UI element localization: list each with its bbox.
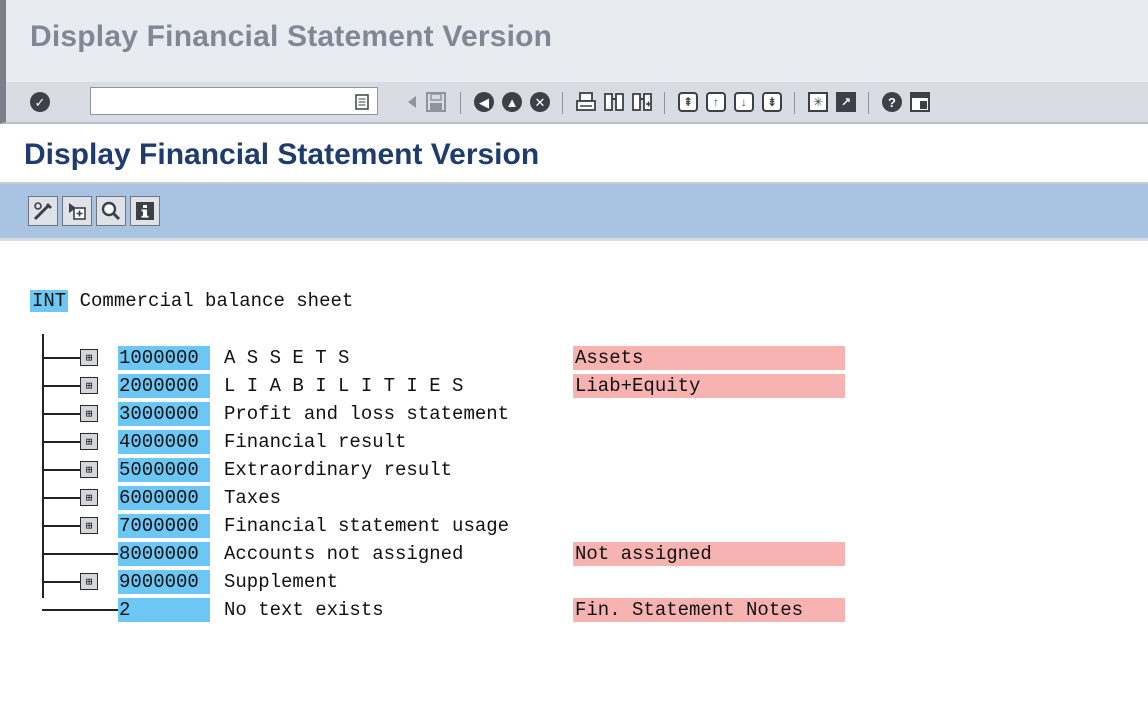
expand-node-icon[interactable]: ⊞ xyxy=(80,573,98,590)
last-page-icon[interactable]: ⇟ xyxy=(758,88,786,116)
print-icon[interactable] xyxy=(572,88,600,116)
help-icon[interactable]: ? xyxy=(878,88,906,116)
tree-node[interactable]: ⊞ 3000000 Profit and loss statement xyxy=(42,400,942,428)
save-icon[interactable] xyxy=(422,88,450,116)
screen-title: Display Financial Statement Version xyxy=(24,138,540,171)
layout-menu-icon[interactable] xyxy=(906,88,934,116)
shortcut-icon[interactable]: ↗ xyxy=(832,88,860,116)
change-display-icon[interactable] xyxy=(28,196,58,226)
node-text: Accounts not assigned xyxy=(224,543,464,565)
expand-node-icon[interactable]: ⊞ xyxy=(80,377,98,394)
find-icon[interactable] xyxy=(600,88,628,116)
tree-node[interactable]: ⊞ 6000000 Taxes xyxy=(42,484,942,512)
node-key: 3000000 xyxy=(118,402,210,426)
cancel-icon[interactable]: ✕ xyxy=(526,88,554,116)
node-text: A S S E T S xyxy=(224,347,350,369)
node-assignment-flag: Liab+Equity xyxy=(573,374,845,398)
node-key: 2000000 xyxy=(118,374,210,398)
standard-toolbar: ✓ ◀ ▲ ✕ ⇞ ↑ ↓ ⇟ ✳ ↗ ? xyxy=(0,82,1148,124)
find-icon[interactable] xyxy=(96,196,126,226)
toolbar-separator xyxy=(794,92,795,114)
root-key: INT xyxy=(30,290,69,312)
node-key: 8000000 xyxy=(118,542,210,566)
toolbar-separator xyxy=(868,92,869,114)
toolbar-separator xyxy=(562,92,563,114)
first-page-icon[interactable]: ⇞ xyxy=(674,88,702,116)
node-key: 5000000 xyxy=(118,458,210,482)
node-key: 6000000 xyxy=(118,486,210,510)
node-key: 2 xyxy=(118,598,210,622)
node-text: Financial result xyxy=(224,431,407,453)
toolbar-separator xyxy=(460,92,461,114)
expand-node-icon[interactable]: ⊞ xyxy=(80,517,98,534)
expand-node-icon[interactable]: ⊞ xyxy=(80,405,98,422)
tree-node[interactable]: ⊞ 2000000 L I A B I L I T I E S Liab+Equ… xyxy=(42,372,942,400)
next-page-icon[interactable]: ↓ xyxy=(730,88,758,116)
command-field[interactable] xyxy=(90,87,378,115)
node-key: 4000000 xyxy=(118,430,210,454)
tree-node[interactable]: ⊞ 5000000 Extraordinary result xyxy=(42,456,942,484)
expand-subtree-icon[interactable] xyxy=(62,196,92,226)
tree-root[interactable]: INT Commercial balance sheet xyxy=(30,290,353,314)
toolbar-separator xyxy=(664,92,665,114)
node-text: Supplement xyxy=(224,571,339,593)
enter-icon[interactable]: ✓ xyxy=(26,88,54,116)
title-bar: Display Financial Statement Version xyxy=(0,0,1148,82)
back-icon[interactable]: ◀ xyxy=(470,88,498,116)
node-key: 7000000 xyxy=(118,514,210,538)
previous-page-icon[interactable]: ↑ xyxy=(702,88,730,116)
application-toolbar xyxy=(0,184,1148,241)
tree-node[interactable]: 8000000 Accounts not assigned Not assign… xyxy=(42,540,942,568)
tree-node[interactable]: ⊞ 9000000 Supplement xyxy=(42,568,942,596)
tree-node[interactable]: ⊞ 4000000 Financial result xyxy=(42,428,942,456)
okcode-history-icon[interactable] xyxy=(348,88,376,116)
node-text: Profit and loss statement xyxy=(224,403,510,425)
node-assignment-flag: Not assigned xyxy=(573,542,845,566)
node-text: L I A B I L I T I E S xyxy=(224,375,464,397)
node-text: Taxes xyxy=(224,487,282,509)
node-key: 9000000 xyxy=(118,570,210,594)
expand-node-icon[interactable]: ⊞ xyxy=(80,433,98,450)
expand-node-icon[interactable]: ⊞ xyxy=(80,349,98,366)
information-icon[interactable] xyxy=(130,196,160,226)
tree-node[interactable]: ⊞ 1000000 A S S E T S Assets xyxy=(42,344,942,372)
node-assignment-flag: Assets xyxy=(573,346,845,370)
find-next-icon[interactable] xyxy=(628,88,656,116)
create-session-icon[interactable]: ✳ xyxy=(804,88,832,116)
tree-node[interactable]: ⊞ 7000000 Financial statement usage xyxy=(42,512,942,540)
node-assignment-flag: Fin. Statement Notes xyxy=(573,598,845,622)
expand-node-icon[interactable]: ⊞ xyxy=(80,489,98,506)
node-key: 1000000 xyxy=(118,346,210,370)
root-text: Commercial balance sheet xyxy=(79,290,354,312)
financial-statement-tree: INT Commercial balance sheet ⊞ 1000000 A… xyxy=(0,238,1148,713)
node-text: No text exists xyxy=(224,599,384,621)
exit-icon[interactable]: ▲ xyxy=(498,88,526,116)
node-text: Financial statement usage xyxy=(224,515,510,537)
expand-node-icon[interactable]: ⊞ xyxy=(80,461,98,478)
window-title: Display Financial Statement Version xyxy=(30,20,553,53)
node-text: Extraordinary result xyxy=(224,459,453,481)
tree-node[interactable]: 2 No text exists Fin. Statement Notes xyxy=(42,596,942,624)
